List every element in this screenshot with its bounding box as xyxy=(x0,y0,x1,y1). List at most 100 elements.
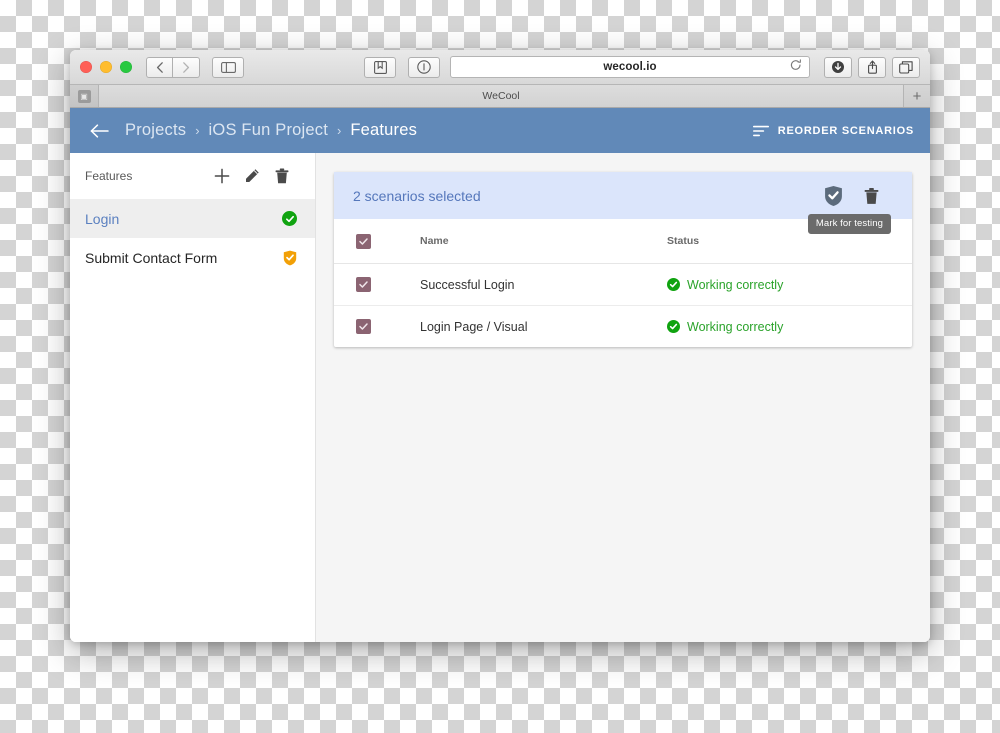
status-label: Working correctly xyxy=(687,319,784,334)
minimize-window-button[interactable] xyxy=(100,61,112,73)
share-button[interactable] xyxy=(858,56,886,78)
scenarios-content: 2 scenarios selected Mark for testing Na… xyxy=(316,153,930,642)
row-select-cell xyxy=(334,263,419,306)
toolbar-right-actions xyxy=(824,56,920,78)
status-label: Working correctly xyxy=(687,277,784,292)
reorder-scenarios-button[interactable]: REORDER SCENARIOS xyxy=(752,124,914,137)
chevron-left-icon xyxy=(156,61,163,73)
tab-favicon-cell[interactable]: ▣ xyxy=(70,85,99,107)
back-navigation-button[interactable] xyxy=(90,123,109,138)
maximize-window-button[interactable] xyxy=(120,61,132,73)
download-icon xyxy=(832,61,844,73)
status-badge: Working correctly xyxy=(667,320,911,334)
check-icon xyxy=(285,215,294,222)
row-checkbox[interactable] xyxy=(356,319,371,334)
sidebar-item-login[interactable]: Login xyxy=(70,199,315,238)
site-favicon-icon: ▣ xyxy=(77,89,91,103)
breadcrumb-item-features[interactable]: Features xyxy=(350,121,417,140)
delete-scenarios-button[interactable] xyxy=(852,187,890,205)
selection-count-label: 2 scenarios selected xyxy=(353,187,481,204)
reload-button[interactable] xyxy=(790,58,802,76)
status-working-icon xyxy=(667,320,680,333)
scenario-name: Successful Login xyxy=(419,263,666,306)
breadcrumb-item-projects[interactable]: Projects xyxy=(125,121,186,140)
trash-icon xyxy=(864,187,878,204)
navigation-buttons xyxy=(146,56,200,78)
check-icon xyxy=(669,281,678,288)
reorder-scenarios-label: REORDER SCENARIOS xyxy=(777,124,914,137)
url-text: wecool.io xyxy=(603,61,657,73)
address-bar[interactable]: wecool.io xyxy=(450,56,810,78)
scenario-name: Login Page / Visual xyxy=(420,319,528,334)
breadcrumb: Projects › iOS Fun Project › Features xyxy=(125,121,417,140)
book-icon xyxy=(373,60,387,74)
tab-bar: ▣ WeCool + xyxy=(70,85,930,108)
arrow-left-icon xyxy=(90,123,109,138)
breadcrumb-item-project[interactable]: iOS Fun Project xyxy=(209,121,328,140)
new-tab-button[interactable]: + xyxy=(904,85,930,107)
check-icon xyxy=(669,323,678,330)
selection-toolbar: 2 scenarios selected Mark for testing xyxy=(334,172,912,234)
features-sidebar-header: Features xyxy=(70,153,315,199)
plus-icon xyxy=(214,168,230,184)
scenarios-table: Name Status Successful Login Working cor… xyxy=(334,219,912,347)
trash-icon xyxy=(275,168,289,184)
reload-icon xyxy=(790,59,801,70)
reorder-icon xyxy=(752,125,769,136)
add-feature-button[interactable] xyxy=(207,168,237,184)
shield-check-icon xyxy=(283,250,297,265)
feature-status-testing-icon xyxy=(283,250,297,266)
page-root: wecool.io ▣ WeCool + Projects › iOS Fun … xyxy=(0,0,1000,733)
shield-check-icon xyxy=(824,185,842,206)
mark-for-testing-button[interactable] xyxy=(814,185,852,207)
status-badge: Working correctly xyxy=(667,278,911,292)
sidebar-item-label: Submit Contact Form xyxy=(85,249,218,266)
back-button[interactable] xyxy=(146,56,173,78)
edit-feature-button[interactable] xyxy=(237,168,267,184)
chevron-right-icon xyxy=(183,61,190,73)
check-icon xyxy=(359,281,368,288)
browser-window: wecool.io ▣ WeCool + Projects › iOS Fun … xyxy=(70,50,930,642)
select-all-checkbox[interactable] xyxy=(356,233,371,249)
info-icon xyxy=(417,60,431,74)
reader-button[interactable] xyxy=(408,56,440,78)
breadcrumb-separator-2: › xyxy=(337,123,342,138)
downloads-button[interactable] xyxy=(824,56,852,78)
browser-toolbar: wecool.io xyxy=(70,50,930,85)
tooltip-mark-for-testing: Mark for testing xyxy=(807,214,891,234)
close-window-button[interactable] xyxy=(80,61,92,73)
delete-feature-button[interactable] xyxy=(267,168,297,184)
tab-title: WeCool xyxy=(482,90,520,102)
features-sidebar: Features Login Submit Contact Form xyxy=(70,153,316,642)
scenarios-card: 2 scenarios selected Mark for testing Na… xyxy=(334,172,912,347)
table-row[interactable]: Successful Login Working correctly xyxy=(334,263,912,306)
sidebar-item-label: Login xyxy=(85,210,120,227)
scenario-status-cell: Working correctly xyxy=(666,263,912,306)
scenario-status-cell: Working correctly xyxy=(666,306,912,348)
window-controls xyxy=(80,61,132,73)
check-icon xyxy=(359,237,368,245)
tabs-icon xyxy=(899,60,913,74)
forward-button[interactable] xyxy=(173,56,200,78)
row-checkbox[interactable] xyxy=(356,277,371,292)
show-tabs-button[interactable] xyxy=(892,56,920,78)
app-body: Features Login Submit Contact Form 2 sce… xyxy=(70,153,930,642)
pencil-icon xyxy=(246,169,259,182)
status-working-icon xyxy=(667,278,680,291)
share-icon xyxy=(867,60,877,74)
feature-status-working-icon xyxy=(282,211,297,226)
row-select-cell xyxy=(334,306,419,348)
bookmarks-button[interactable] xyxy=(364,56,396,78)
sidebar-toggle-button[interactable] xyxy=(212,56,244,78)
sidebar-icon xyxy=(220,61,236,73)
select-all-header-cell xyxy=(334,219,419,264)
check-icon xyxy=(359,323,368,330)
column-header-name[interactable]: Name xyxy=(419,219,666,264)
features-sidebar-title: Features xyxy=(85,169,133,183)
table-row[interactable]: Login Page / Visual Working correctly xyxy=(334,306,912,348)
sidebar-item-submit-contact-form[interactable]: Submit Contact Form xyxy=(70,238,315,277)
breadcrumb-separator-1: › xyxy=(195,123,200,138)
tab-wecool[interactable]: WeCool xyxy=(99,85,904,107)
app-header: Projects › iOS Fun Project › Features RE… xyxy=(70,108,930,153)
scenarios-table-body: Successful Login Working correctly Login… xyxy=(334,263,912,348)
